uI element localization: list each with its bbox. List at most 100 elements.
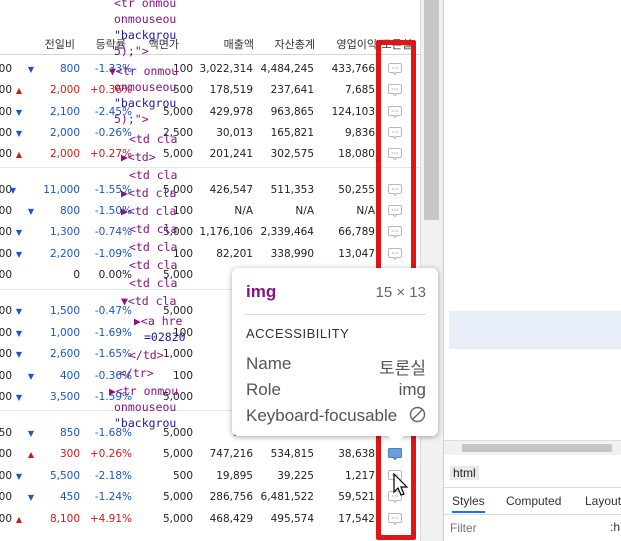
cell-par: 100 xyxy=(172,370,193,382)
table-row[interactable]: 000 5,500 ▼ -2.18% 500 19,895 39,225 1,217 xyxy=(0,466,420,488)
dom-tree-line[interactable]: </td> xyxy=(129,348,164,362)
styles-filter-input[interactable] xyxy=(448,518,602,538)
column-header[interactable]: 매출액 xyxy=(224,36,254,52)
dom-tree-line[interactable]: onmouseou xyxy=(114,12,176,26)
dom-tree-line[interactable]: =02820 xyxy=(144,330,186,344)
mouse-cursor-icon xyxy=(393,472,409,500)
dom-tree-line[interactable]: <td cla xyxy=(129,132,177,146)
dom-tree-line[interactable]: <td cla xyxy=(129,276,177,290)
dom-tree-line[interactable]: <td cla xyxy=(129,222,177,236)
cell-sales: 468,429 xyxy=(209,513,253,525)
arrow-up-icon: ▲ xyxy=(27,450,34,459)
table-row[interactable]: 000800▼-1.33%1003,022,3144,484,245433,76… xyxy=(0,59,420,81)
cell-diff: 2,200 xyxy=(49,248,80,260)
cell-op: 50,255 xyxy=(338,184,375,196)
devtools-panel: <tr onmou onmouseou "backgrou 5);"> ▼<tr onm… xyxy=(109,0,621,541)
cell-price: 000 xyxy=(0,127,12,139)
dom-tree-line[interactable]: ▼<td cla xyxy=(121,294,176,308)
breadcrumb[interactable]: html xyxy=(444,460,621,486)
table-row[interactable]: 0002,000▲+0.27%5,000201,241302,57518,080 xyxy=(0,144,420,166)
table-row[interactable]: 0002,100▼-2.45%5,000429,978963,865124,10… xyxy=(0,102,420,124)
tab-styles[interactable]: Styles xyxy=(452,494,485,513)
not-focusable-icon xyxy=(409,406,426,423)
arrow-down-icon: ▼ xyxy=(15,129,22,138)
dom-tree-line[interactable]: onmouseou xyxy=(114,80,176,94)
dom-tree-line[interactable]: onmouseou xyxy=(114,400,176,414)
table-row[interactable]: 700800▼-1.50%100N/AN/AN/A xyxy=(0,201,420,223)
table-row[interactable]: 00011,000▼-1.55%5,000426,547511,35350,25… xyxy=(0,180,420,202)
cell-price: 700 xyxy=(0,205,12,217)
table-row[interactable]: 0002,000▼-0.26%2,50030,013165,8219,836 xyxy=(0,123,420,145)
table-row[interactable]: 0001,300▼-0.74%5,0001,176,1062,339,46466… xyxy=(0,222,420,244)
cell-price: 000 xyxy=(0,370,12,382)
table-row[interactable]: 000 8,100 ▲ +4.91% 5,000 468,429 495,574 17,542 xyxy=(0,509,420,531)
cell-op: 7,685 xyxy=(344,84,375,96)
name-value: 토론실 xyxy=(379,359,426,378)
dom-tree-line[interactable]: "backgrou xyxy=(114,96,176,110)
tab-computed[interactable]: Computed xyxy=(506,494,561,508)
dom-tree-line[interactable]: <td cla xyxy=(129,168,177,182)
cell-par: 500 xyxy=(172,470,193,482)
column-header[interactable]: 영업이익 xyxy=(337,36,377,52)
cell-op: 433,766 xyxy=(331,63,375,75)
dom-tree-line[interactable]: 5);"> xyxy=(114,112,149,126)
dom-tree-line[interactable]: 5);"> xyxy=(114,44,149,58)
cell-rate: -1.65% xyxy=(94,348,132,360)
cell-op: 9,836 xyxy=(344,127,375,139)
dom-tree-line[interactable]: ▶<td cla xyxy=(121,186,176,200)
arrow-down-icon: ▼ xyxy=(27,429,34,438)
cell-assets: 165,821 xyxy=(270,127,314,139)
cell-op: 66,789 xyxy=(338,226,375,238)
cell-rate: -0.26% xyxy=(94,127,132,139)
dom-tree-line[interactable]: ▶<td cla xyxy=(121,204,176,218)
cell-assets: 6,481,522 xyxy=(260,491,314,503)
table-row[interactable]: 0002,200▼-1.09%10082,201338,99013,047 xyxy=(0,244,420,266)
arrow-down-icon: ▼ xyxy=(15,393,22,402)
column-header[interactable]: 자산총계 xyxy=(275,36,315,52)
dom-tree-line[interactable]: "backgrou xyxy=(114,416,176,430)
cell-op: N/A xyxy=(356,205,375,217)
cell-diff: 1,000 xyxy=(49,327,80,339)
table-row[interactable]: 0002,000▲+0.36%500178,519237,6417,685 xyxy=(0,80,420,102)
arrow-down-icon: ▼ xyxy=(15,250,22,259)
cell-diff: 300 xyxy=(59,448,80,460)
table-row[interactable]: 000 300 ▲ +0.26% 5,000 747,216 534,815 38,638 xyxy=(0,444,420,466)
cell-diff: 1,500 xyxy=(49,305,80,317)
cell-sales: 3,022,314 xyxy=(199,63,253,75)
arrow-down-icon: ▼ xyxy=(9,186,16,195)
cell-price: 000 xyxy=(0,63,12,75)
hover-state-toggle[interactable]: :h xyxy=(610,520,620,534)
cell-price: 000 xyxy=(0,269,12,281)
styles-filter-bar: :h xyxy=(444,514,621,541)
cell-diff: 800 xyxy=(59,205,80,217)
scrollbar-thumb[interactable] xyxy=(424,0,439,220)
cell-diff: 0 xyxy=(73,269,80,281)
cell-sales: N/A xyxy=(234,205,253,217)
cell-op: 1,217 xyxy=(344,470,375,482)
selected-node-highlight xyxy=(449,311,621,349)
cell-op: 17,542 xyxy=(338,513,375,525)
horizontal-scrollbar[interactable] xyxy=(444,440,621,455)
dom-tree-line[interactable]: <td cla xyxy=(129,240,177,254)
cell-sales: 747,216 xyxy=(209,448,253,460)
column-header[interactable]: 전일비 xyxy=(45,36,75,52)
breadcrumb-html[interactable]: html xyxy=(450,466,479,480)
dom-tree-line[interactable]: ▶<tr onmou xyxy=(109,384,178,398)
dom-tree-line[interactable]: ▼<tr onmou xyxy=(109,64,178,78)
dom-tree-line[interactable]: <tr onmou xyxy=(114,0,176,10)
cell-par: 5,000 xyxy=(162,148,193,160)
arrow-down-icon: ▼ xyxy=(15,472,22,481)
cell-sales: 429,978 xyxy=(209,106,253,118)
cell-diff: 3,500 xyxy=(49,391,80,403)
cell-diff: 5,500 xyxy=(49,470,80,482)
table-row[interactable]: 000 450 ▼ -1.24% 5,000 286,756 6,481,522 59,521 xyxy=(0,487,420,509)
dom-tree-line[interactable]: </tr> xyxy=(119,366,154,380)
tab-layout[interactable]: Layout xyxy=(585,494,621,508)
dom-tree-line[interactable]: "backgrou xyxy=(114,28,176,42)
dom-tree-line[interactable]: ▶<a hre xyxy=(134,314,182,328)
arrow-down-icon: ▼ xyxy=(15,350,22,359)
dom-tree-line[interactable]: ▶<td> xyxy=(121,150,156,164)
cell-sales: 286,756 xyxy=(209,491,253,503)
cell-sales: 201,241 xyxy=(209,148,253,160)
dom-tree-line[interactable]: <td cla xyxy=(129,258,177,272)
